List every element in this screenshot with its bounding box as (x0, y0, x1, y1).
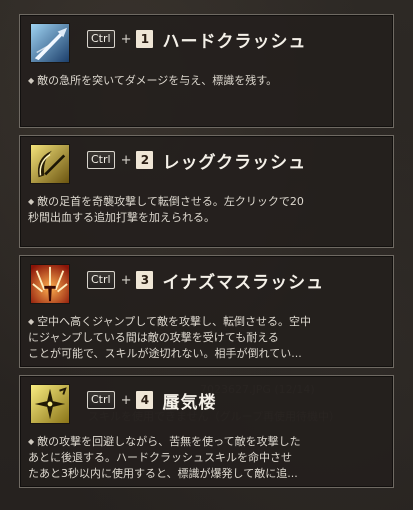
bullet-icon: ◆ (28, 76, 35, 85)
plus-sign: + (120, 392, 132, 408)
bullet-icon: ◆ (28, 317, 35, 326)
bullet-icon: ◆ (28, 437, 35, 446)
number-key: 4 (136, 391, 154, 409)
number-key: 3 (136, 271, 154, 289)
desc-line: 秒間出血する追加打撃を加えられる。 (28, 211, 215, 224)
shortcut-row: Ctrl + 4 蜃気楼 (87, 389, 217, 413)
number-key: 1 (136, 30, 154, 48)
desc-line: ことが可能で、スキルが途切れない。相手が倒れてい... (28, 347, 302, 360)
desc-line: にジャンプしている間は敵の攻撃を受けても耐える (28, 331, 279, 344)
number-key: 2 (136, 151, 154, 169)
desc-line: 空中へ高くジャンプして敵を攻撃し、転倒させる。空中 (37, 315, 311, 328)
skill-card-1[interactable]: Ctrl + 1 ハードクラッシュ ◆ 敵の急所を突いてダメージを与え、標識を残す… (19, 14, 394, 128)
skill-description: ◆ 敵の急所を突いてダメージを与え、標識を残す。 (28, 73, 379, 89)
ctrl-key: Ctrl (87, 271, 115, 289)
skill-description: ◆ 空中へ高くジャンプして敵を攻撃し、転倒させる。空中 にジャンプしている間は敵の… (28, 314, 379, 362)
skill-name: ハードクラッシュ (162, 31, 307, 52)
skill-description: ◆ 敵の攻撃を回避しながら、苦無を使って敵を攻撃した あとに後退する。ハードクラッ… (28, 434, 379, 482)
desc-line: たあと3秒以内に使用すると、標識が爆発して敵に追... (28, 467, 298, 480)
skill-card-4[interactable]: Ctrl + 4 蜃気楼 ◆ 敵の攻撃を回避しながら、苦無を使って敵を攻撃した あ… (19, 375, 394, 488)
shortcut-row: Ctrl + 3 イナズマスラッシュ (87, 269, 325, 293)
skill-description: ◆ 敵の足首を奇襲攻撃して転倒させる。左クリックで20 秒間出血する追加打撃を加え… (28, 194, 379, 226)
skill-card-2[interactable]: Ctrl + 2 レッグクラッシュ ◆ 敵の足首を奇襲攻撃して転倒させる。左クリッ… (19, 135, 394, 248)
plus-sign: + (120, 272, 132, 288)
blade-burst-icon (30, 264, 70, 304)
skill-name: イナズマスラッシュ (162, 272, 325, 293)
desc-line: あとに後退する。ハードクラッシュスキルを命中させ (28, 451, 292, 464)
plus-sign: + (120, 152, 132, 168)
desc-line: 敵の攻撃を回避しながら、苦無を使って敵を攻撃した (37, 435, 301, 448)
bullet-icon: ◆ (28, 197, 35, 206)
crescent-slash-icon (30, 144, 70, 184)
ctrl-key: Ctrl (87, 151, 115, 169)
skill-name: レッグクラッシュ (162, 152, 307, 173)
ctrl-key: Ctrl (87, 30, 115, 48)
skill-card-3[interactable]: Ctrl + 3 イナズマスラッシュ ◆ 空中へ高くジャンプして敵を攻撃し、転倒さ… (19, 255, 394, 368)
skill-name: 蜃気楼 (162, 392, 217, 413)
shuriken-icon (30, 384, 70, 424)
desc-line: 敵の足首を奇襲攻撃して転倒させる。左クリックで20 (37, 195, 304, 208)
shortcut-row: Ctrl + 2 レッグクラッシュ (87, 149, 307, 173)
shortcut-row: Ctrl + 1 ハードクラッシュ (87, 28, 307, 52)
sword-strike-icon (30, 23, 70, 63)
plus-sign: + (120, 31, 132, 47)
desc-line: 敵の急所を突いてダメージを与え、標識を残す。 (37, 74, 278, 87)
ctrl-key: Ctrl (87, 391, 115, 409)
